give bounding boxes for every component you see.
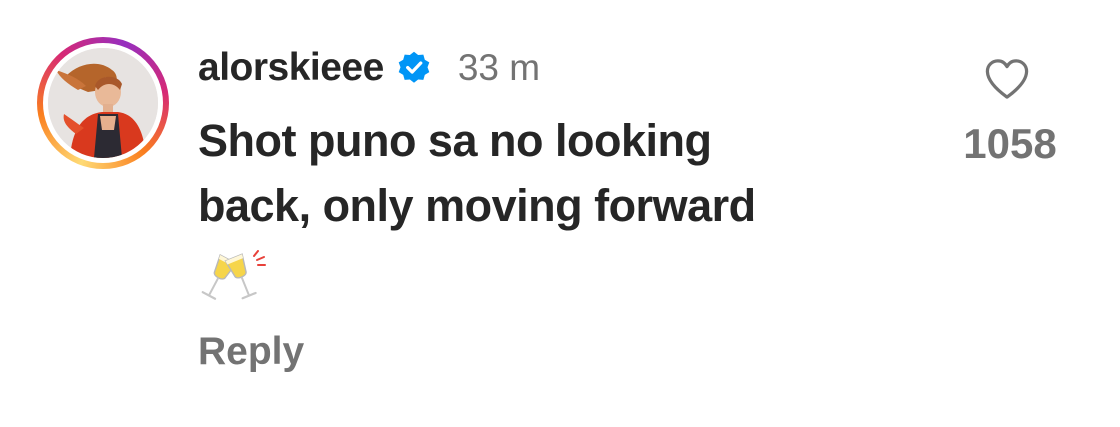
avatar-photo bbox=[48, 48, 158, 158]
like-count: 1058 bbox=[963, 120, 1057, 167]
comment-item: alorskieee 33 m Shot puno sa no looking … bbox=[0, 0, 1120, 427]
heart-outline-icon[interactable] bbox=[984, 58, 1030, 100]
comment-header: alorskieee 33 m bbox=[198, 44, 540, 92]
timestamp: 33 m bbox=[457, 47, 541, 88]
clinking-glasses-icon bbox=[201, 250, 266, 300]
avatar[interactable] bbox=[48, 48, 158, 158]
comment-text: Shot puno sa no looking back, only movin… bbox=[198, 108, 898, 238]
comment-text-line: back, only moving forward bbox=[198, 180, 756, 231]
story-ring[interactable] bbox=[37, 37, 169, 169]
reply-button[interactable]: Reply bbox=[198, 330, 304, 374]
comment-text-line: Shot puno sa no looking bbox=[198, 115, 712, 166]
verified-badge-icon bbox=[398, 51, 430, 83]
username[interactable]: alorskieee bbox=[198, 46, 384, 90]
